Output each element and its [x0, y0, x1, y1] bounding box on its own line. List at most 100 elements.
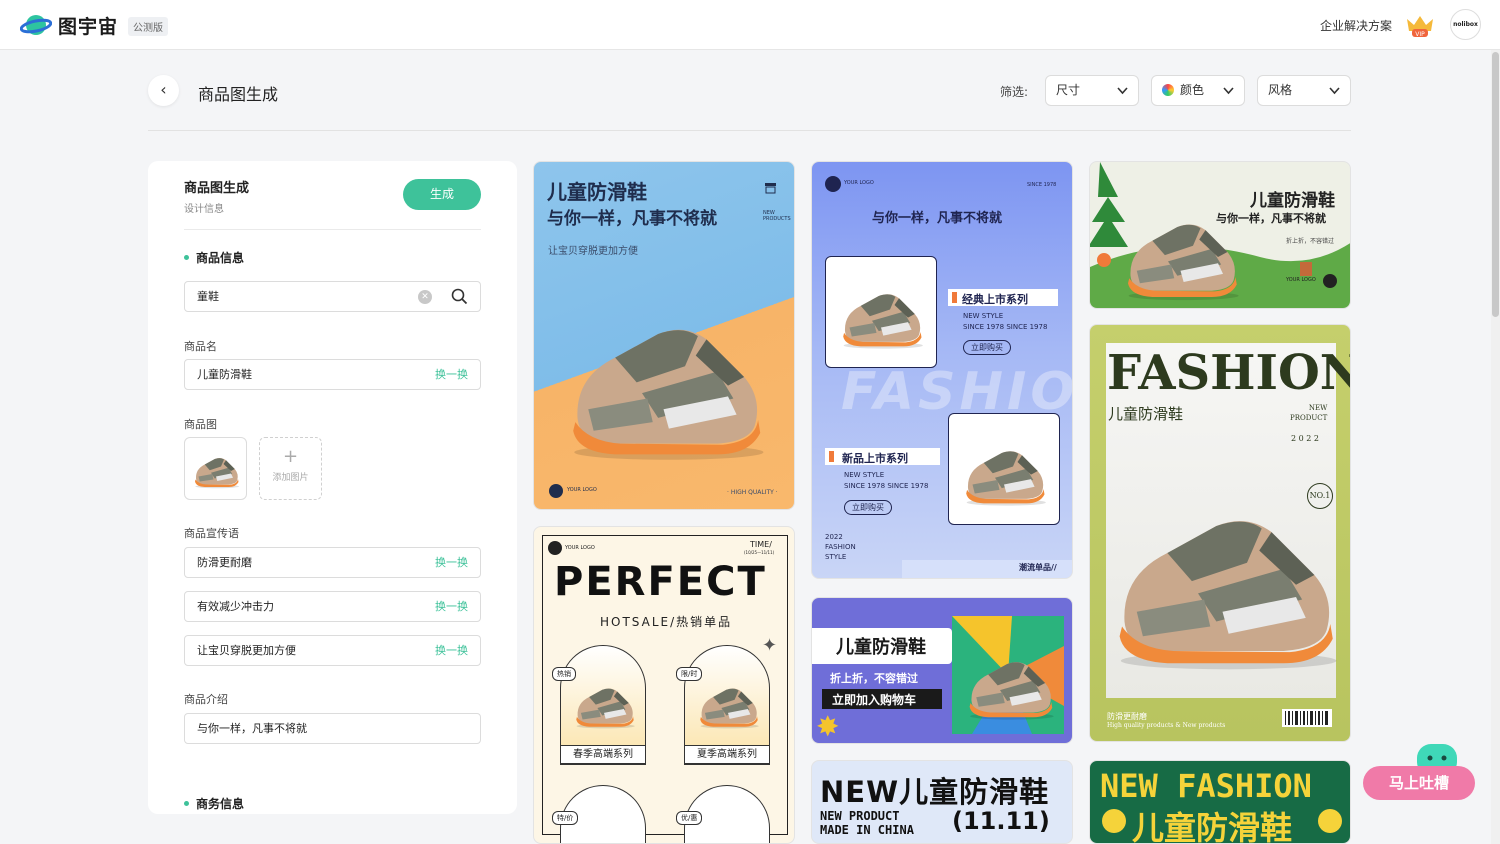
color-wheel-icon: [1162, 84, 1174, 96]
card-logo: YOUR LOGO: [567, 487, 597, 493]
template-card-1[interactable]: 儿童防滑鞋 与你一样，凡事不将就 NEW PRODUCTS 让宝贝穿脱更加方便 Y…: [533, 161, 795, 510]
slogan-input-3[interactable]: 让宝贝穿脱更加方便 换一换: [184, 635, 481, 666]
star-burst-icon: ✸: [816, 710, 840, 743]
template-card-3[interactable]: 儿童防滑鞋 与你一样，凡事不将就 折上折，不容错过 YOUR LOGO: [1089, 161, 1351, 309]
panel-title: 商品图生成: [184, 181, 250, 196]
tag-limited: 限/时: [676, 667, 703, 681]
barcode-icon: [1282, 709, 1332, 727]
trend-text: 潮流单品//: [1019, 563, 1057, 572]
size-filter-select[interactable]: 尺寸: [1045, 75, 1139, 106]
template-card-5[interactable]: FASHION 儿童防滑鞋 NEW PRODUCT 2 0 2 2 NO.1 防滑…: [1089, 324, 1351, 742]
product-name-input[interactable]: 儿童防滑鞋 换一换: [184, 359, 481, 390]
template-card-8[interactable]: NEW FASHION 儿童防滑鞋: [1089, 760, 1351, 844]
new-product-text: NEW PRODUCT: [820, 809, 900, 823]
template-card-6[interactable]: 儿童防滑鞋 折上折，不容错过 立即加入购物车 ✸: [811, 597, 1073, 744]
style-filter-value: 风格: [1268, 83, 1293, 97]
tag-discount: 优/惠: [676, 811, 703, 825]
card-title: 儿童防滑鞋: [547, 180, 647, 204]
card-small-text: 折上折，不容错过: [1286, 238, 1335, 245]
enterprise-solutions-link[interactable]: 企业解决方案: [1320, 17, 1392, 34]
swap-slogan-button[interactable]: 换一换: [435, 592, 468, 621]
feedback-button[interactable]: 马上吐槽: [1363, 766, 1475, 800]
swap-name-button[interactable]: 换一换: [435, 360, 468, 389]
product-photo-frame: [948, 413, 1060, 525]
slogan-value: 有效减少冲击力: [197, 600, 274, 613]
products-text: PRODUCTS: [763, 216, 791, 222]
search-input[interactable]: 童鞋 ✕: [184, 281, 481, 312]
shoe-image-icon: [962, 643, 1057, 723]
store-icon: [764, 179, 777, 194]
panel-subtitle: 设计信息: [184, 204, 224, 215]
product-name-value: 儿童防滑鞋: [197, 368, 252, 381]
hotsale-text: HOTSALE/热销单品: [600, 615, 733, 629]
business-info-heading: 商务信息: [184, 795, 244, 812]
color-filter-select[interactable]: 颜色: [1151, 75, 1245, 106]
size-filter-value: 尺寸: [1056, 83, 1081, 97]
slogan-value: 防滑更耐磨: [197, 556, 252, 569]
planet-logo-icon[interactable]: [20, 12, 52, 38]
search-icon[interactable]: [451, 288, 468, 305]
scrollbar-thumb[interactable]: [1492, 52, 1499, 317]
buy-now-button: 立即购买: [963, 340, 1011, 355]
since-line-text: SINCE 1978 SINCE 1978: [844, 482, 929, 490]
date-text: (10/25—11/11): [744, 550, 775, 555]
template-card-2[interactable]: YOUR LOGO SINCE 1978 与你一样，凡事不将就 FASHION …: [811, 161, 1073, 579]
app-name[interactable]: 图宇宙: [58, 12, 118, 39]
series-title: 新品上市系列: [842, 452, 908, 465]
slogan-label: 商品宣传语: [184, 527, 239, 540]
top-bar: 图宇宙 公测版 企业解决方案 VIP nolibox: [0, 0, 1500, 50]
time-text: TIME/: [750, 540, 772, 549]
new-products-tag: NEW PRODUCTS: [763, 210, 791, 222]
buy-now-button: 立即购买: [844, 500, 892, 515]
since-line-text: SINCE 1978 SINCE 1978: [963, 323, 1048, 331]
sparkle-icon: ✦: [762, 635, 778, 656]
design-info-panel: 商品图生成 设计信息 生成 商品信息 童鞋 ✕ 商品名 儿童防滑鞋 换一换 商品…: [148, 161, 517, 814]
filter-label: 筛选:: [1000, 85, 1029, 99]
product-info-heading: 商品信息: [184, 249, 244, 266]
accent-bar: [829, 451, 834, 462]
accent-bar: [952, 292, 957, 303]
search-input-value: 童鞋: [197, 290, 219, 303]
series-label-box: 新品上市系列: [825, 448, 940, 465]
bottom-subtitle: High quality products & New products: [1107, 722, 1226, 729]
year-text: 2 0 2 2: [1291, 434, 1319, 443]
product-intro-value: 与你一样，凡事不将就: [197, 722, 307, 735]
slogan-input-2[interactable]: 有效减少冲击力 换一换: [184, 591, 481, 622]
vip-crown-icon[interactable]: VIP: [1404, 13, 1436, 39]
product-intro-input[interactable]: 与你一样，凡事不将就: [184, 713, 481, 744]
page-title: 商品图生成: [198, 85, 279, 104]
new-text: NEW: [1308, 404, 1328, 412]
swap-slogan-button[interactable]: 换一换: [435, 548, 468, 577]
shoe-image-icon: [695, 676, 761, 730]
card-line-2: 儿童防滑鞋: [1132, 809, 1293, 844]
back-button[interactable]: ‹: [148, 75, 179, 106]
add-image-button[interactable]: + 添加图片: [259, 437, 322, 500]
slogan-input-1[interactable]: 防滑更耐磨 换一换: [184, 547, 481, 578]
swap-slogan-button[interactable]: 换一换: [435, 636, 468, 665]
style-filter-select[interactable]: 风格: [1257, 75, 1351, 106]
tag-special: 特/价: [552, 811, 579, 825]
template-card-4[interactable]: YOUR LOGO TIME/ (10/25—11/11) PERFECT HO…: [533, 526, 795, 844]
cart-text: 立即加入购物车: [832, 693, 917, 707]
product-image-thumbnail[interactable]: [184, 437, 247, 500]
generate-button[interactable]: 生成: [403, 179, 481, 210]
card-logo: YOUR LOGO: [844, 180, 874, 186]
chevron-down-icon: [1329, 87, 1340, 95]
fashion-text: FASHION: [825, 543, 856, 551]
card-title: NEW儿童防滑鞋: [820, 775, 1050, 809]
card-logo: YOUR LOGO: [565, 545, 595, 551]
card-subtitle: 与你一样，凡事不将就: [547, 209, 717, 229]
template-card-7[interactable]: NEW儿童防滑鞋 NEW PRODUCT MADE IN CHINA (11.1…: [811, 760, 1073, 844]
year-text: 2022: [825, 533, 843, 541]
clear-icon[interactable]: ✕: [418, 290, 432, 304]
logo-circle-icon: [825, 176, 841, 192]
made-in-text: MADE IN CHINA: [820, 823, 914, 837]
add-image-label: 添加图片: [272, 473, 309, 483]
shoe-image-icon: [1100, 475, 1345, 675]
shoe-image-icon: [571, 676, 637, 730]
product-image-label: 商品图: [184, 418, 217, 431]
color-filter-value: 颜色: [1180, 83, 1205, 97]
avatar[interactable]: nolibox: [1450, 9, 1481, 40]
series-title: 经典上市系列: [962, 293, 1028, 306]
card-line-1: NEW FASHION: [1100, 767, 1312, 805]
